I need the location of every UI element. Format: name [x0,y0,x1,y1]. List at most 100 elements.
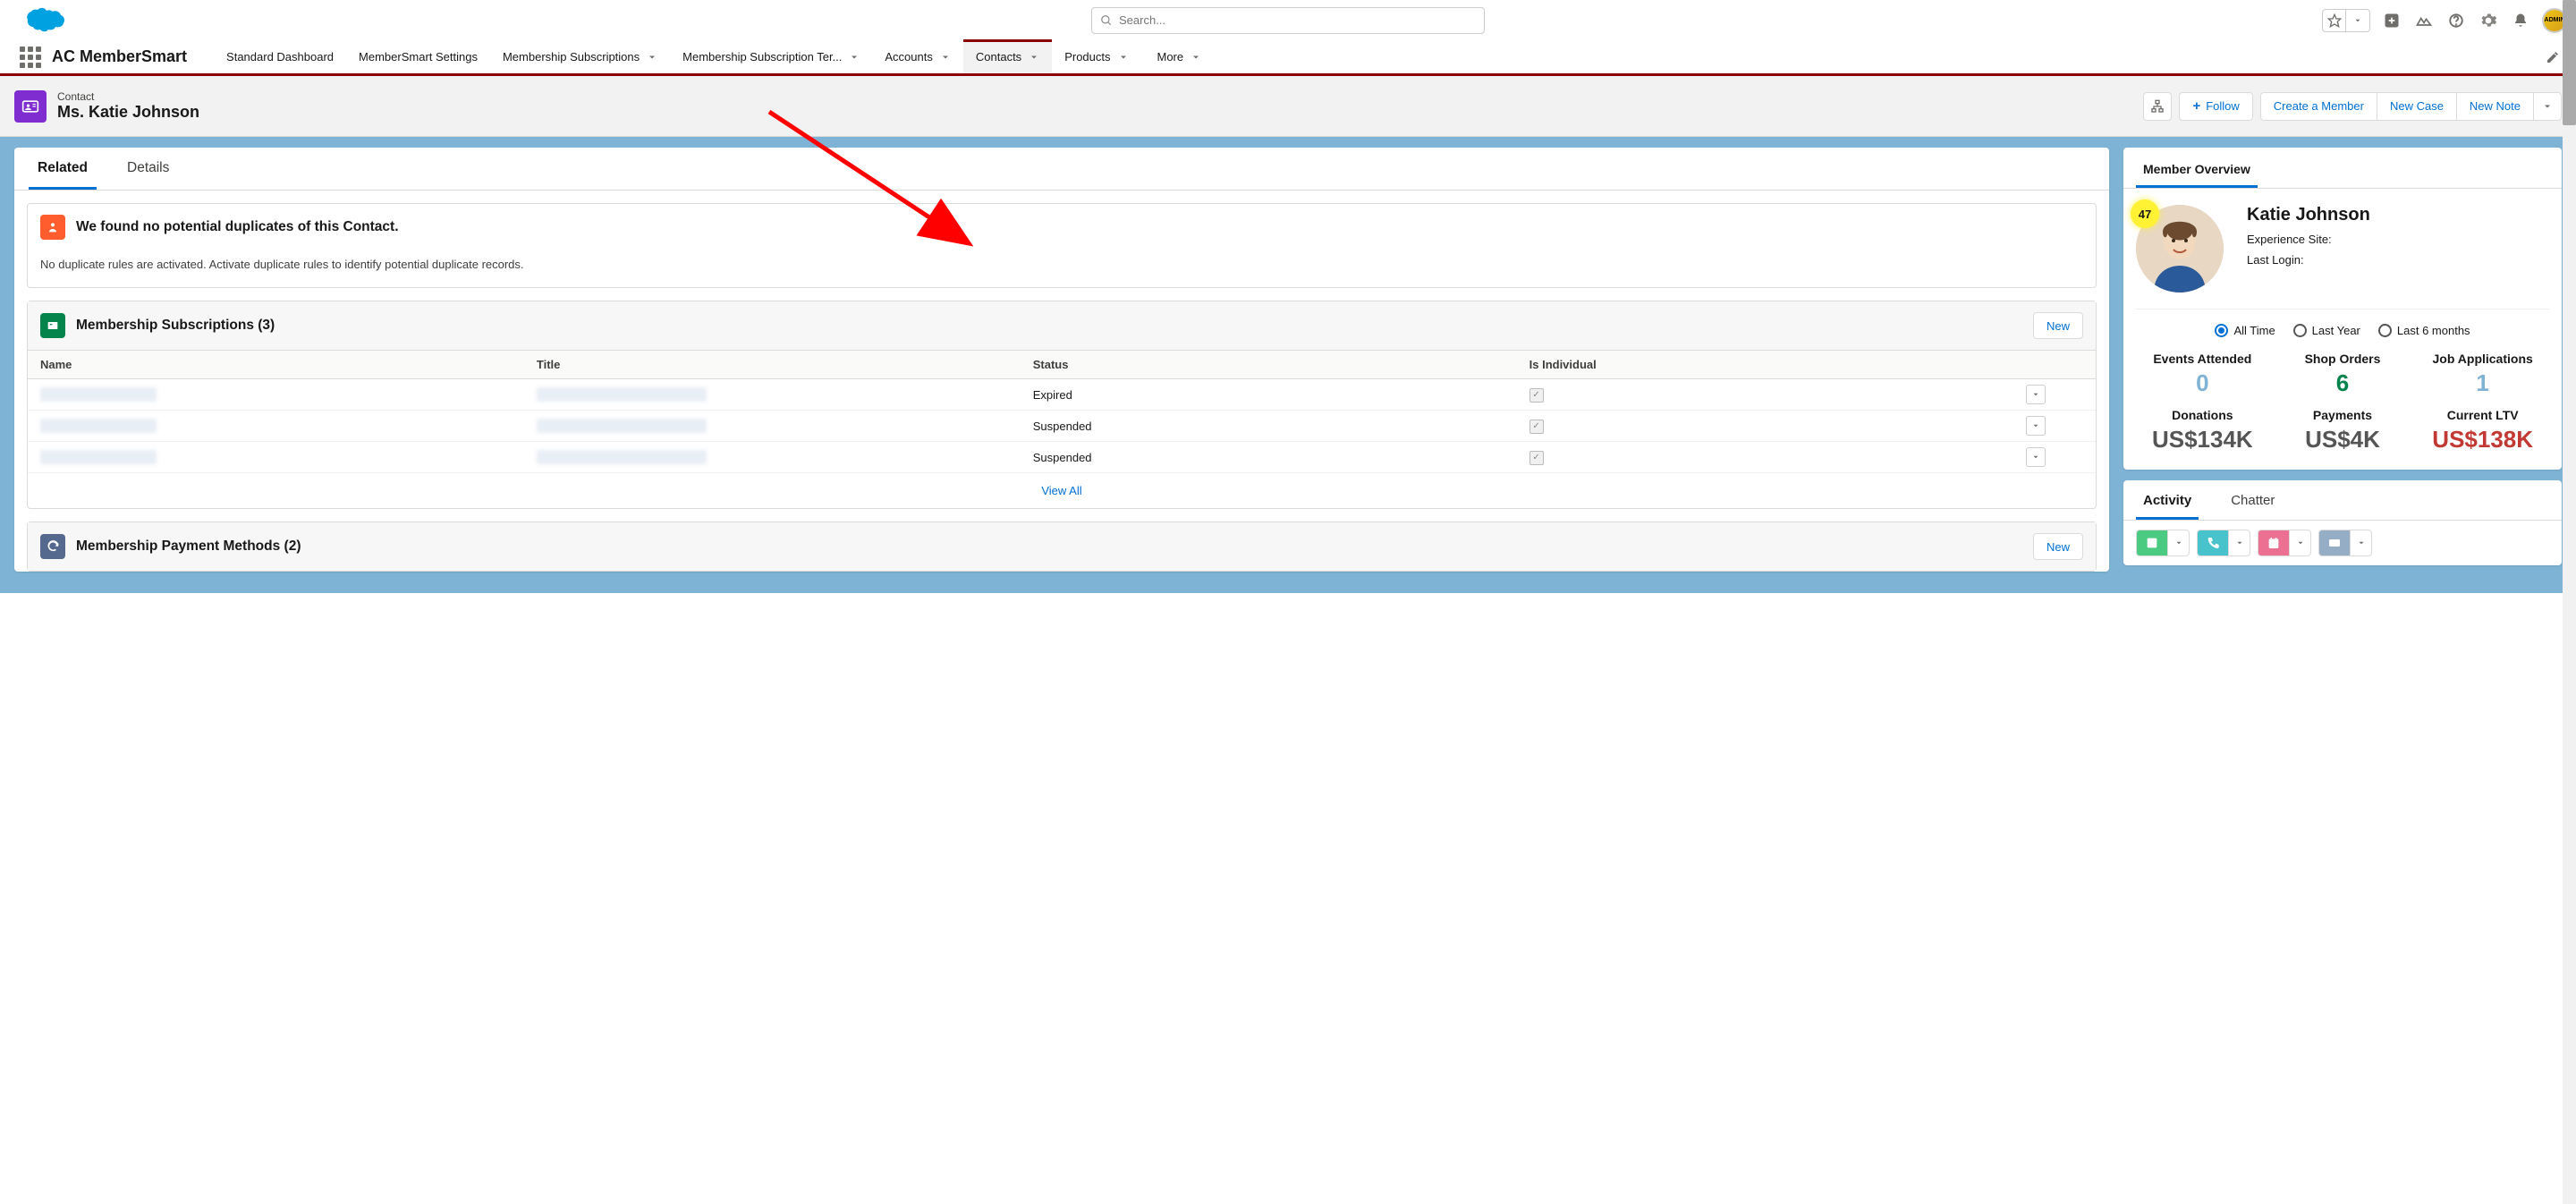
dropdown-icon[interactable] [2167,530,2189,555]
activity-tabs: Activity Chatter [2123,480,2562,521]
activity-panel: Activity Chatter [2123,480,2562,565]
row-actions-dropdown[interactable] [2026,447,2046,467]
notification-bell-icon[interactable] [2510,10,2531,31]
duplicates-title: We found no potential duplicates of this… [76,219,399,235]
activity-action-icons [2123,521,2562,565]
calendar-icon[interactable] [2258,530,2289,555]
view-all-row: View All [28,473,2096,508]
nav-contacts[interactable]: Contacts [963,40,1052,73]
nav-membership-subscription-terms[interactable]: Membership Subscription Ter... [670,40,872,73]
chevron-down-icon[interactable] [1029,52,1039,63]
col-individual[interactable]: Is Individual [1517,351,2013,379]
member-info: Katie Johnson Experience Site: Last Logi… [2247,205,2370,274]
stat-ltv: Current LTVUS$138K [2416,408,2549,454]
main-column: Related Details We found no potential du… [14,148,2109,582]
content-columns: Related Details We found no potential du… [0,137,2576,593]
time-filters: All Time Last Year Last 6 months [2136,309,2549,352]
stat-label: Current LTV [2416,408,2549,422]
tab-related[interactable]: Related [29,148,97,190]
record-type-label: Contact [57,90,199,103]
task-list-icon[interactable] [2137,530,2167,555]
main-panel: Related Details We found no potential du… [14,148,2109,572]
new-case-button[interactable]: New Case [2377,92,2456,121]
redacted-value [40,387,157,402]
filter-all-time[interactable]: All Time [2215,324,2275,337]
trailhead-icon[interactable] [2413,10,2435,31]
stat-donations: DonationsUS$134K [2136,408,2269,454]
stat-label: Shop Orders [2276,352,2410,366]
subscriptions-title[interactable]: Membership Subscriptions (3) [76,318,275,334]
new-note-button[interactable]: New Note [2456,92,2533,121]
stat-label: Donations [2136,408,2269,422]
help-icon[interactable] [2445,10,2467,31]
tab-member-overview[interactable]: Member Overview [2136,148,2258,188]
create-member-button[interactable]: Create a Member [2260,92,2377,121]
col-title[interactable]: Title [524,351,1021,379]
search-input[interactable] [1091,7,1485,34]
stat-payments: Payments US$4K [2276,408,2410,454]
status-cell: Suspended [1021,442,1517,473]
nav-standard-dashboard[interactable]: Standard Dashboard [214,40,346,73]
nav-more[interactable]: More [1145,40,1215,73]
filter-last-year[interactable]: Last Year [2293,324,2360,337]
payment-methods-card: Membership Payment Methods (2) New [27,521,2097,572]
tab-activity[interactable]: Activity [2136,480,2199,520]
col-status[interactable]: Status [1021,351,1517,379]
view-all-link[interactable]: View All [1041,484,1081,497]
nav-membersmart-settings[interactable]: MemberSmart Settings [346,40,490,73]
phone-icon[interactable] [2198,530,2228,555]
nav-membership-subscriptions[interactable]: Membership Subscriptions [490,40,670,73]
payment-methods-header: Membership Payment Methods (2) New [28,522,2096,571]
dropdown-icon[interactable] [2228,530,2250,555]
chevron-down-icon[interactable] [1191,52,1201,63]
nav-products[interactable]: Products [1052,40,1140,73]
favorites-dropdown-icon[interactable] [2346,10,2369,31]
stat-events: Events Attended0 [2136,352,2269,397]
stat-label: Payments [2276,408,2410,422]
stat-value: 0 [2136,369,2269,397]
favorites-group [2322,9,2370,32]
overview-body: 47 Katie Johnson Experience Site: Last L… [2123,189,2562,470]
nav-label: Products [1064,50,1110,64]
filter-last-6-months[interactable]: Last 6 months [2378,324,2470,337]
stat-jobs: Job Applications1 [2416,352,2549,397]
activity-log-call-group [2136,530,2190,556]
nav-label: Accounts [885,50,932,64]
subscriptions-new-button[interactable]: New [2033,312,2083,339]
nav-label: Membership Subscription Ter... [682,50,842,64]
dropdown-icon[interactable] [2289,530,2310,555]
dropdown-icon[interactable] [2350,530,2371,555]
follow-button[interactable]: +Follow [2179,92,2252,121]
scrollbar[interactable] [2563,0,2576,1204]
contact-record-icon [14,90,47,123]
nav-accounts[interactable]: Accounts [872,40,962,73]
last-login-label: Last Login: [2247,253,2370,267]
chevron-down-icon[interactable] [940,52,951,63]
tab-details[interactable]: Details [118,148,178,190]
star-icon[interactable] [2323,10,2346,31]
status-cell: Expired [1021,379,1517,411]
row-actions-dropdown[interactable] [2026,416,2046,436]
more-actions-dropdown[interactable] [2533,92,2562,121]
edit-nav-icon[interactable] [2546,50,2560,64]
col-name[interactable]: Name [28,351,524,379]
stat-value: US$4K [2276,426,2410,454]
duplicates-card: We found no potential duplicates of this… [27,203,2097,288]
chevron-down-icon[interactable] [849,52,860,63]
chevron-down-icon[interactable] [647,52,657,63]
header-utility-icons: ADMIN [2322,8,2567,33]
row-actions-dropdown[interactable] [2026,385,2046,404]
app-launcher-icon[interactable] [18,45,43,70]
add-icon[interactable] [2381,10,2402,31]
scrollbar-thumb[interactable] [2563,0,2576,125]
hierarchy-button[interactable] [2143,92,2172,121]
payment-methods-new-button[interactable]: New [2033,533,2083,560]
email-icon[interactable] [2319,530,2350,555]
payment-methods-title[interactable]: Membership Payment Methods (2) [76,538,301,555]
setup-gear-icon[interactable] [2478,10,2499,31]
tab-chatter[interactable]: Chatter [2224,480,2282,520]
member-overview-panel: Member Overview 47 Katie Johnson Experie… [2123,148,2562,470]
page-wrap: Contact Ms. Katie Johnson +Follow Create… [0,76,2576,593]
search-icon [1100,14,1113,27]
chevron-down-icon[interactable] [1118,52,1129,63]
